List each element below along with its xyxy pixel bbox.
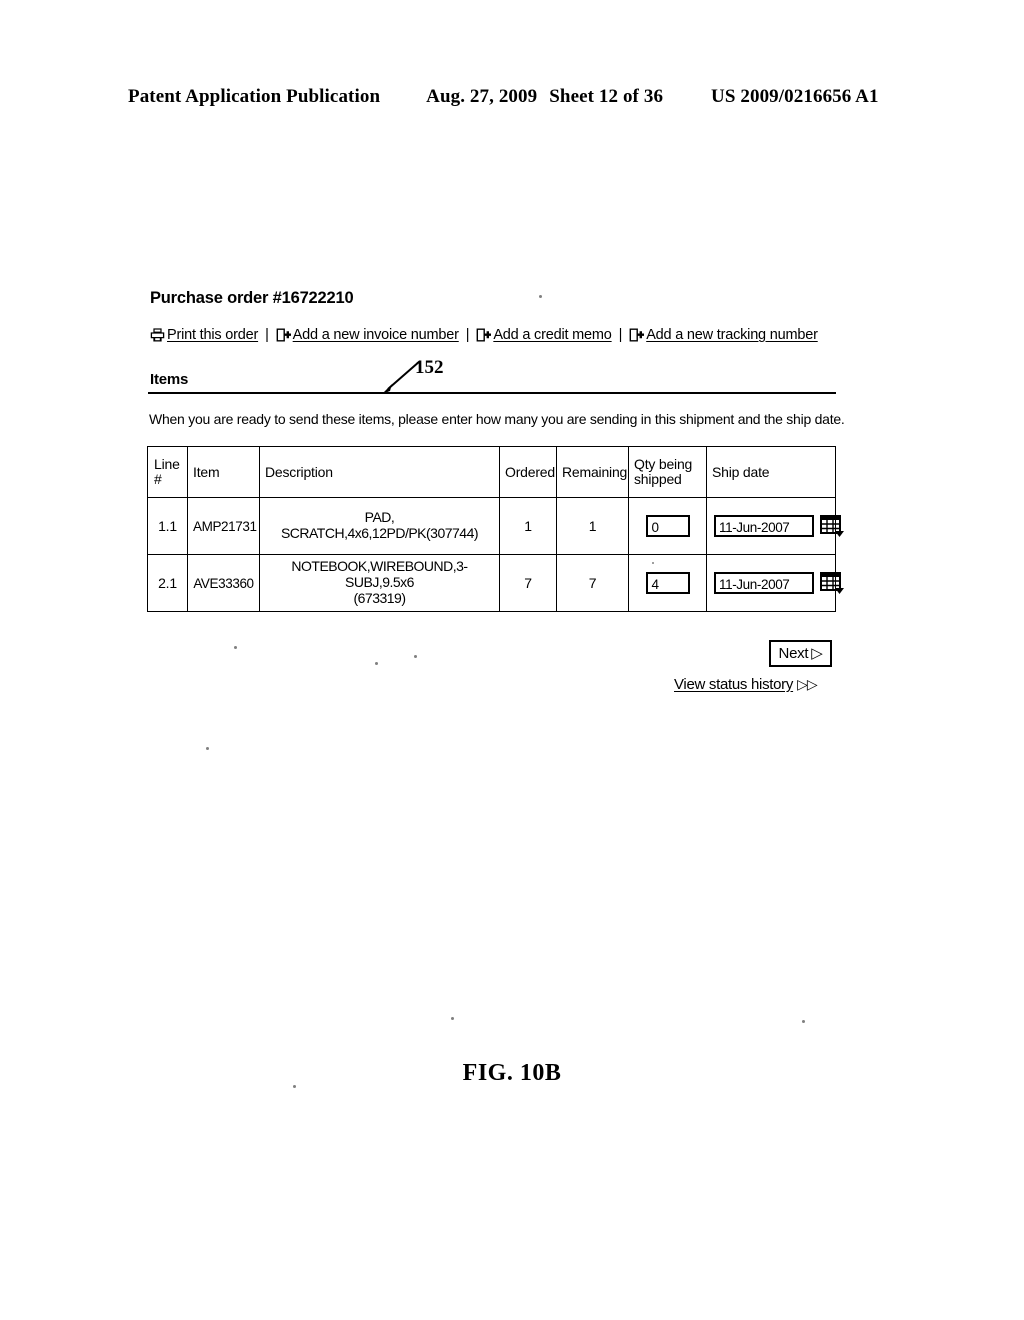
cell-ship-date: 11-Jun-2007	[706, 554, 844, 612]
cell-ship-date: 11-Jun-2007	[706, 497, 844, 555]
calendar-icon[interactable]	[819, 570, 845, 596]
qty-shipped-input[interactable]: 0	[645, 515, 690, 537]
cell-description-l1: PAD, SCRATCH,4x6,12PD/PK(307744)	[280, 509, 479, 541]
cell-description: PAD, SCRATCH,4x6,12PD/PK(307744)	[259, 497, 500, 555]
scan-artifact	[802, 1020, 805, 1023]
add-tracking-number-label: Add a new tracking number	[646, 327, 818, 343]
purchase-order-screen: Purchase order #16722210 Print this orde…	[0, 0, 1024, 1320]
scan-artifact	[414, 655, 417, 658]
table-header-row: Line # Item Description Ordered Remainin…	[147, 446, 836, 498]
column-header-line-l2: #	[154, 471, 162, 487]
add-credit-memo-link[interactable]: Add a credit memo	[476, 327, 612, 343]
add-invoice-number-label: Add a new invoice number	[292, 327, 459, 343]
ship-date-input[interactable]: 11-Jun-2007	[714, 515, 814, 537]
column-header-qty-l2: shipped	[634, 471, 682, 487]
table-row: 1.1 AMP21731 PAD, SCRATCH,4x6,12PD/PK(30…	[147, 497, 844, 555]
cell-qty-shipped: 4	[628, 554, 707, 612]
action-links-bar: Print this order | Add a new invoice num…	[150, 327, 818, 343]
print-this-order-label: Print this order	[167, 327, 259, 343]
scan-artifact	[539, 295, 542, 298]
ship-date-input[interactable]: 11-Jun-2007	[714, 572, 814, 594]
cell-line: 1.1	[147, 497, 188, 555]
items-table: Line # Item Description Ordered Remainin…	[147, 446, 844, 612]
double-chevron-right-icon: ▷▷	[797, 676, 818, 692]
figure-caption: FIG. 10B	[462, 1060, 562, 1086]
view-status-history-link[interactable]: View status history ▷▷	[674, 676, 818, 693]
link-separator-1: |	[265, 327, 269, 343]
next-button-label: Next	[778, 645, 809, 662]
column-header-remaining: Remaining	[556, 446, 629, 498]
column-header-qty-l1: Qty being	[634, 456, 693, 473]
reference-numeral-152: 152	[415, 357, 444, 378]
add-page-icon	[629, 328, 645, 342]
chevron-right-icon: ▷	[811, 645, 823, 662]
cell-remaining: 7	[556, 554, 629, 612]
cell-ordered: 1	[499, 497, 557, 555]
shipment-instruction-text: When you are ready to send these items, …	[149, 411, 845, 427]
table-row: 2.1 AVE33360 NOTEBOOK,WIREBOUND,3-SUBJ,9…	[147, 554, 844, 612]
scan-artifact	[375, 662, 378, 665]
cell-remaining: 1	[556, 497, 629, 555]
scan-artifact	[652, 562, 654, 564]
column-header-description: Description	[259, 446, 500, 498]
link-separator-2: |	[465, 327, 470, 343]
column-header-item: Item	[187, 446, 260, 498]
cell-qty-shipped: 0	[628, 497, 707, 555]
page-title: Purchase order #16722210	[150, 289, 354, 307]
cell-item: AMP21731	[187, 497, 260, 555]
cell-description-l1: NOTEBOOK,WIREBOUND,3-SUBJ,9.5x6	[291, 558, 468, 591]
column-header-ordered: Ordered	[499, 446, 557, 498]
link-separator-3: |	[618, 327, 623, 343]
qty-shipped-input[interactable]: 4	[645, 572, 690, 594]
column-header-ship-date: Ship date	[706, 446, 836, 498]
cell-description-l2: (673319)	[353, 589, 406, 606]
printer-icon	[150, 328, 165, 342]
view-status-history-label: View status history	[674, 676, 794, 693]
calendar-icon[interactable]	[819, 513, 845, 539]
print-this-order-link[interactable]: Print this order	[150, 327, 258, 343]
column-header-qty-shipped: Qty being shipped	[628, 446, 707, 498]
add-invoice-number-link[interactable]: Add a new invoice number	[276, 327, 459, 343]
cell-line: 2.1	[147, 554, 188, 612]
scan-artifact	[234, 646, 237, 649]
cell-ordered: 7	[499, 554, 557, 612]
scan-artifact	[451, 1017, 454, 1020]
add-tracking-number-link[interactable]: Add a new tracking number	[629, 327, 818, 343]
column-header-line: Line #	[147, 446, 188, 498]
scan-artifact	[206, 747, 209, 750]
add-credit-memo-label: Add a credit memo	[493, 327, 612, 343]
items-section-heading: Items	[150, 371, 189, 388]
add-page-icon	[476, 328, 492, 342]
column-header-line-l1: Line	[154, 456, 180, 473]
cell-description: NOTEBOOK,WIREBOUND,3-SUBJ,9.5x6 (673319)	[259, 554, 500, 612]
next-button[interactable]: Next ▷	[769, 640, 832, 667]
cell-item: AVE33360	[187, 554, 260, 612]
items-section-divider	[148, 392, 836, 394]
add-page-icon	[276, 328, 291, 342]
